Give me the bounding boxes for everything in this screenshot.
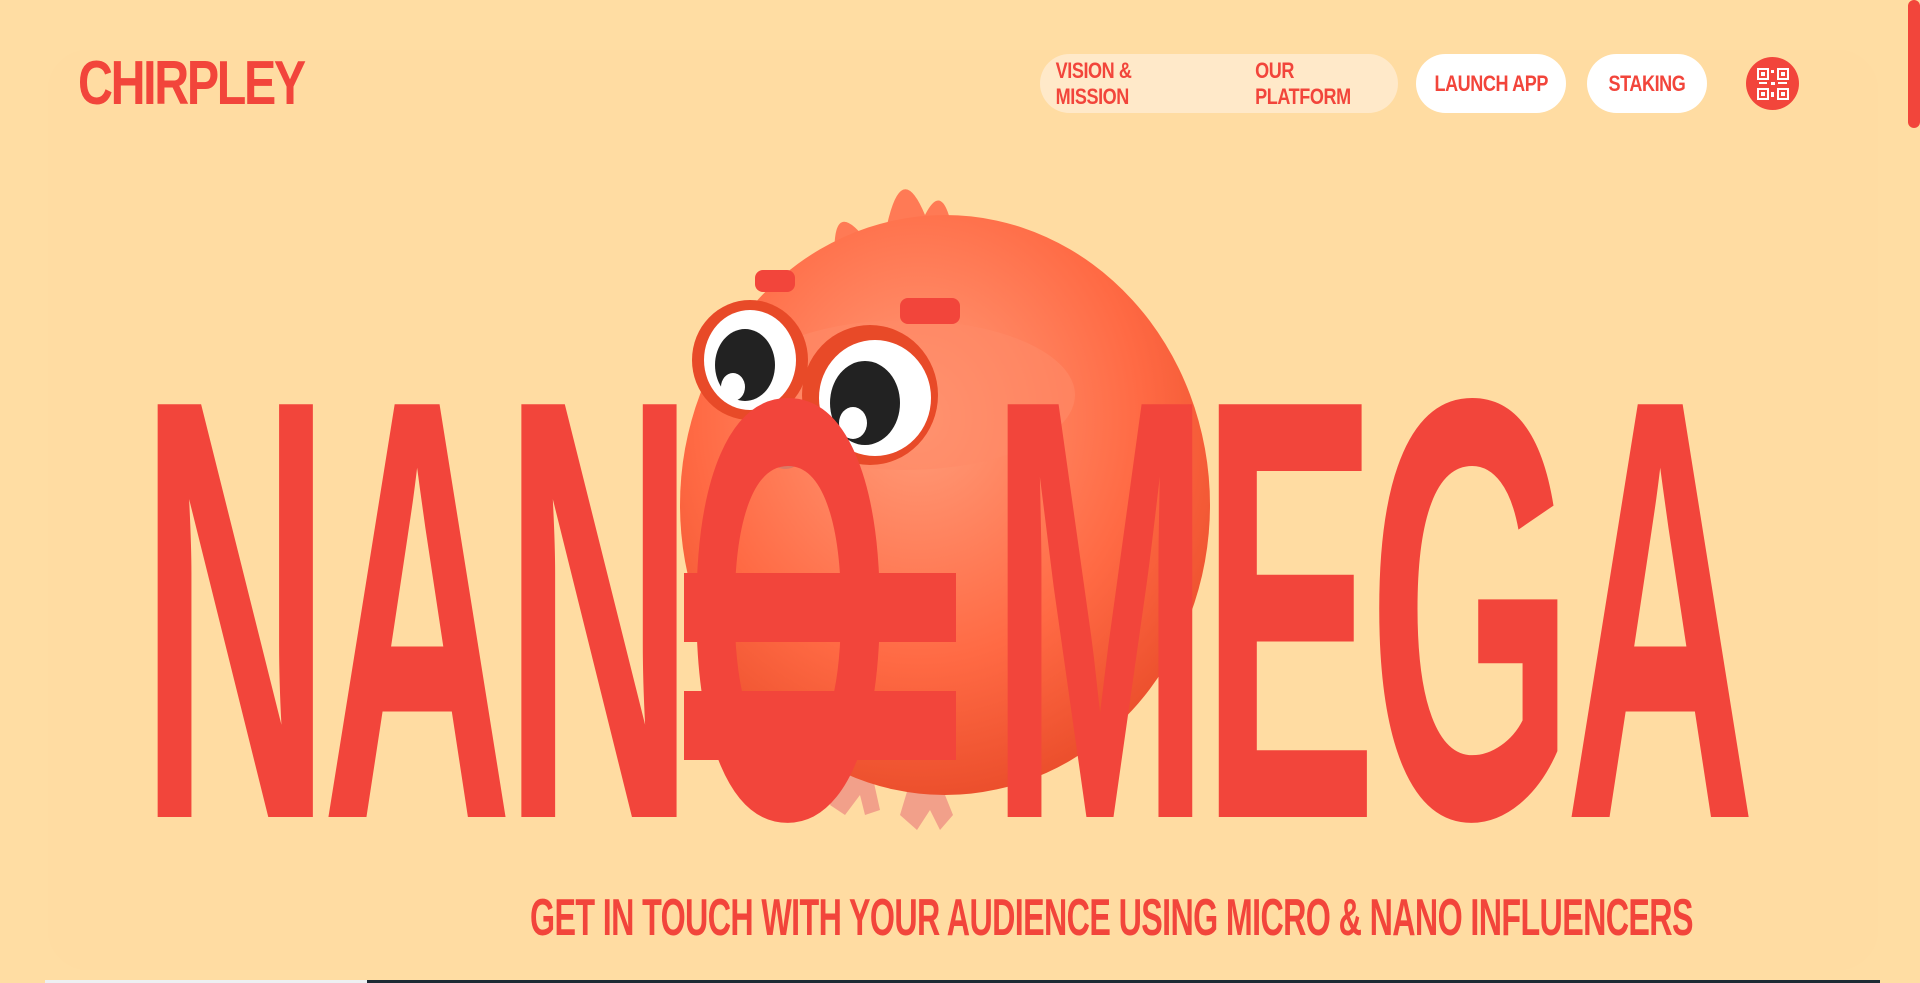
equals-bar-bottom	[684, 691, 956, 760]
logo[interactable]: CHIRPLEY	[78, 50, 306, 118]
equals-bar-top	[684, 573, 956, 642]
hero-tagline: GET IN TOUCH WITH YOUR AUDIENCE USING MI…	[530, 889, 1693, 947]
launch-app-label: LAUNCH APP	[1434, 70, 1548, 96]
nav-pill: VISION & MISSION OUR PLATFORM	[1040, 54, 1398, 113]
scrollbar-thumb[interactable]	[1908, 0, 1920, 128]
hero-word-mega: MEGA	[990, 275, 1756, 945]
launch-app-button[interactable]: LAUNCH APP	[1416, 54, 1566, 113]
staking-button[interactable]: STAKING	[1587, 54, 1707, 113]
nav-vision-mission[interactable]: VISION & MISSION	[1056, 58, 1198, 110]
qr-code-button[interactable]	[1746, 57, 1799, 110]
staking-label: STAKING	[1608, 70, 1686, 96]
nav-our-platform[interactable]: OUR PLATFORM	[1255, 58, 1383, 110]
qr-code-icon	[1756, 67, 1789, 100]
